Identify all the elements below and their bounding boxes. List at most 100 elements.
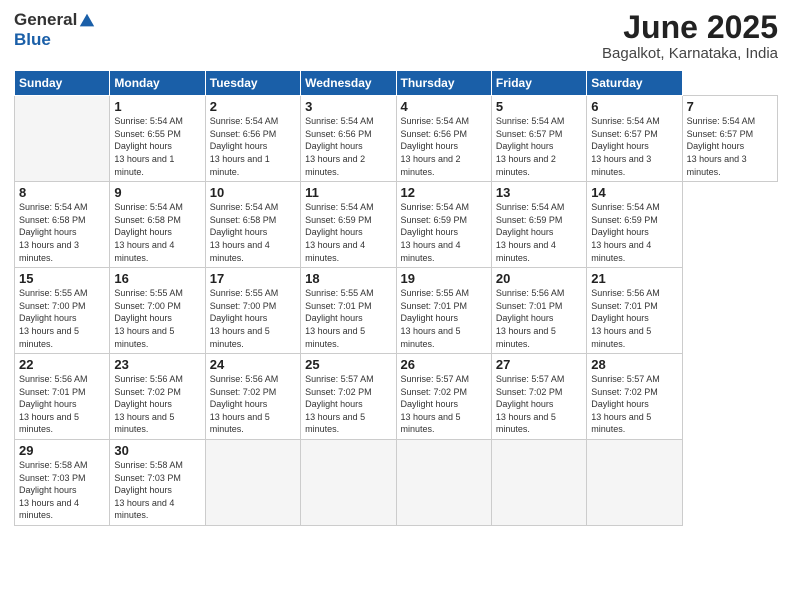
day-number: 21 — [591, 271, 677, 286]
calendar-cell: 26Sunrise: 5:57 AMSunset: 7:02 PMDayligh… — [396, 354, 491, 440]
day-number: 3 — [305, 99, 391, 114]
day-info: Sunrise: 5:54 AMSunset: 6:59 PMDaylight … — [401, 201, 487, 264]
calendar-cell — [205, 440, 300, 526]
day-info: Sunrise: 5:54 AMSunset: 6:59 PMDaylight … — [496, 201, 582, 264]
day-info: Sunrise: 5:57 AMSunset: 7:02 PMDaylight … — [401, 373, 487, 436]
calendar-cell: 17Sunrise: 5:55 AMSunset: 7:00 PMDayligh… — [205, 268, 300, 354]
day-info: Sunrise: 5:57 AMSunset: 7:02 PMDaylight … — [591, 373, 677, 436]
calendar-cell: 30Sunrise: 5:58 AMSunset: 7:03 PMDayligh… — [110, 440, 205, 526]
weekday-row: SundayMondayTuesdayWednesdayThursdayFrid… — [15, 71, 778, 96]
day-info: Sunrise: 5:55 AMSunset: 7:01 PMDaylight … — [305, 287, 391, 350]
weekday-header-monday: Monday — [110, 71, 205, 96]
weekday-header-sunday: Sunday — [15, 71, 110, 96]
calendar-cell: 22Sunrise: 5:56 AMSunset: 7:01 PMDayligh… — [15, 354, 110, 440]
day-number: 23 — [114, 357, 200, 372]
day-number: 5 — [496, 99, 582, 114]
calendar-cell: 5Sunrise: 5:54 AMSunset: 6:57 PMDaylight… — [491, 96, 586, 182]
calendar-cell: 15Sunrise: 5:55 AMSunset: 7:00 PMDayligh… — [15, 268, 110, 354]
weekday-header-friday: Friday — [491, 71, 586, 96]
day-info: Sunrise: 5:54 AMSunset: 6:58 PMDaylight … — [210, 201, 296, 264]
month-title: June 2025 — [602, 10, 778, 45]
day-info: Sunrise: 5:56 AMSunset: 7:01 PMDaylight … — [496, 287, 582, 350]
calendar-cell: 1Sunrise: 5:54 AMSunset: 6:55 PMDaylight… — [110, 96, 205, 182]
calendar-cell: 8Sunrise: 5:54 AMSunset: 6:58 PMDaylight… — [15, 182, 110, 268]
day-number: 13 — [496, 185, 582, 200]
calendar-cell: 3Sunrise: 5:54 AMSunset: 6:56 PMDaylight… — [301, 96, 396, 182]
location-title: Bagalkot, Karnataka, India — [602, 45, 778, 62]
day-info: Sunrise: 5:56 AMSunset: 7:02 PMDaylight … — [210, 373, 296, 436]
day-number: 11 — [305, 185, 391, 200]
day-info: Sunrise: 5:57 AMSunset: 7:02 PMDaylight … — [496, 373, 582, 436]
day-number: 1 — [114, 99, 200, 114]
calendar-cell: 16Sunrise: 5:55 AMSunset: 7:00 PMDayligh… — [110, 268, 205, 354]
calendar-cell — [301, 440, 396, 526]
day-number: 19 — [401, 271, 487, 286]
day-number: 26 — [401, 357, 487, 372]
weekday-header-saturday: Saturday — [587, 71, 682, 96]
day-info: Sunrise: 5:54 AMSunset: 6:59 PMDaylight … — [305, 201, 391, 264]
logo-icon — [78, 12, 96, 30]
week-row-2: 8Sunrise: 5:54 AMSunset: 6:58 PMDaylight… — [15, 182, 778, 268]
day-number: 9 — [114, 185, 200, 200]
calendar-cell: 4Sunrise: 5:54 AMSunset: 6:56 PMDaylight… — [396, 96, 491, 182]
week-row-5: 29 Sunrise: 5:58 AMSunset: 7:03 PMDayligh… — [15, 440, 778, 526]
day-number: 8 — [19, 185, 105, 200]
week-row-1: 1Sunrise: 5:54 AMSunset: 6:55 PMDaylight… — [15, 96, 778, 182]
day-info: Sunrise: 5:54 AMSunset: 6:58 PMDaylight … — [19, 201, 105, 264]
day-info: Sunrise: 5:56 AMSunset: 7:01 PMDaylight … — [19, 373, 105, 436]
calendar-cell: 12Sunrise: 5:54 AMSunset: 6:59 PMDayligh… — [396, 182, 491, 268]
day-info: Sunrise: 5:54 AMSunset: 6:57 PMDaylight … — [591, 115, 677, 178]
day-number: 29 — [19, 443, 105, 458]
day-number: 22 — [19, 357, 105, 372]
calendar-cell: 14Sunrise: 5:54 AMSunset: 6:59 PMDayligh… — [587, 182, 682, 268]
weekday-header-tuesday: Tuesday — [205, 71, 300, 96]
calendar-body: 1Sunrise: 5:54 AMSunset: 6:55 PMDaylight… — [15, 96, 778, 526]
calendar-cell: 6Sunrise: 5:54 AMSunset: 6:57 PMDaylight… — [587, 96, 682, 182]
calendar-cell: 24Sunrise: 5:56 AMSunset: 7:02 PMDayligh… — [205, 354, 300, 440]
calendar-cell: 9Sunrise: 5:54 AMSunset: 6:58 PMDaylight… — [110, 182, 205, 268]
calendar-cell: 28Sunrise: 5:57 AMSunset: 7:02 PMDayligh… — [587, 354, 682, 440]
day-number: 18 — [305, 271, 391, 286]
weekday-header-wednesday: Wednesday — [301, 71, 396, 96]
day-info: Sunrise: 5:57 AMSunset: 7:02 PMDaylight … — [305, 373, 391, 436]
calendar-page: General Blue June 2025 Bagalkot, Karnata… — [0, 0, 792, 612]
calendar-cell: 29Sunrise: 5:58 AMSunset: 7:03 PMDayligh… — [15, 440, 110, 526]
day-number: 14 — [591, 185, 677, 200]
day-info: Sunrise: 5:55 AMSunset: 7:00 PMDaylight … — [210, 287, 296, 350]
day-info: Sunrise: 5:54 AMSunset: 6:55 PMDaylight … — [114, 115, 200, 178]
logo-blue: Blue — [14, 30, 51, 49]
calendar-cell — [587, 440, 682, 526]
logo-general: General — [14, 10, 77, 29]
day-number: 6 — [591, 99, 677, 114]
day-number: 4 — [401, 99, 487, 114]
calendar-cell: 20Sunrise: 5:56 AMSunset: 7:01 PMDayligh… — [491, 268, 586, 354]
day-info: Sunrise: 5:56 AMSunset: 7:02 PMDaylight … — [114, 373, 200, 436]
calendar-header: SundayMondayTuesdayWednesdayThursdayFrid… — [15, 71, 778, 96]
day-info: Sunrise: 5:54 AMSunset: 6:56 PMDaylight … — [210, 115, 296, 178]
calendar-cell: 2Sunrise: 5:54 AMSunset: 6:56 PMDaylight… — [205, 96, 300, 182]
day-info: Sunrise: 5:56 AMSunset: 7:01 PMDaylight … — [591, 287, 677, 350]
day-number: 25 — [305, 357, 391, 372]
calendar-cell: 21Sunrise: 5:56 AMSunset: 7:01 PMDayligh… — [587, 268, 682, 354]
day-info: Sunrise: 5:58 AMSunset: 7:03 PMDaylight … — [114, 459, 200, 522]
day-info: Sunrise: 5:54 AMSunset: 6:57 PMDaylight … — [496, 115, 582, 178]
day-number: 12 — [401, 185, 487, 200]
calendar-cell: 23Sunrise: 5:56 AMSunset: 7:02 PMDayligh… — [110, 354, 205, 440]
day-info: Sunrise: 5:55 AMSunset: 7:00 PMDaylight … — [114, 287, 200, 350]
week-row-3: 15Sunrise: 5:55 AMSunset: 7:00 PMDayligh… — [15, 268, 778, 354]
day-info: Sunrise: 5:55 AMSunset: 7:00 PMDaylight … — [19, 287, 105, 350]
title-block: June 2025 Bagalkot, Karnataka, India — [602, 10, 778, 62]
day-info: Sunrise: 5:54 AMSunset: 6:56 PMDaylight … — [401, 115, 487, 178]
day-info: Sunrise: 5:54 AMSunset: 6:57 PMDaylight … — [687, 115, 773, 178]
calendar-cell: 18Sunrise: 5:55 AMSunset: 7:01 PMDayligh… — [301, 268, 396, 354]
day-number: 16 — [114, 271, 200, 286]
calendar-cell — [15, 96, 110, 182]
day-info: Sunrise: 5:54 AMSunset: 6:58 PMDaylight … — [114, 201, 200, 264]
calendar-cell: 11Sunrise: 5:54 AMSunset: 6:59 PMDayligh… — [301, 182, 396, 268]
header: General Blue June 2025 Bagalkot, Karnata… — [14, 10, 778, 62]
day-number: 17 — [210, 271, 296, 286]
calendar-cell — [491, 440, 586, 526]
day-number: 7 — [687, 99, 773, 114]
day-number: 2 — [210, 99, 296, 114]
logo-text: General Blue — [14, 10, 96, 49]
